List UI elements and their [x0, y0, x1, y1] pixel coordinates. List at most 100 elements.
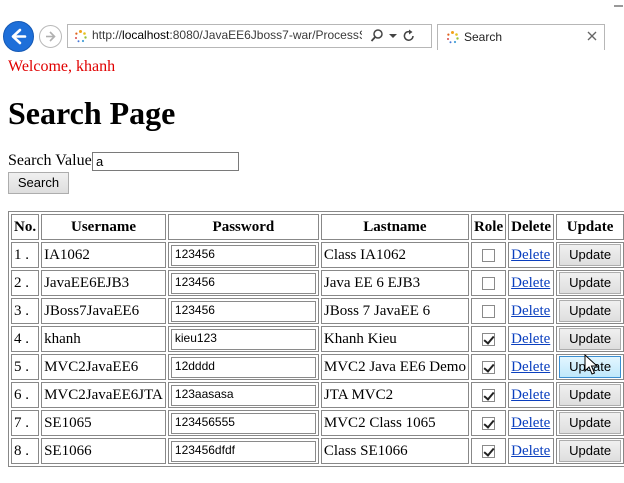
- username-cell: SE1066: [41, 438, 166, 464]
- dropdown-icon[interactable]: [386, 28, 400, 44]
- password-input[interactable]: 123456dfdf: [170, 440, 316, 462]
- delete-link[interactable]: Delete: [511, 275, 550, 291]
- header-password: Password: [167, 214, 319, 240]
- browser-tab[interactable]: Search: [437, 24, 605, 50]
- password-cell: kieu123: [167, 326, 319, 352]
- header-no: No.: [11, 214, 40, 240]
- delete-cell: Delete: [508, 270, 555, 296]
- password-input[interactable]: 123456: [170, 244, 316, 266]
- username-cell: SE1065: [41, 410, 166, 436]
- table-row: 1 . IA1062 123456 Class IA1062 Delete Update: [11, 242, 624, 268]
- role-cell: [470, 438, 507, 464]
- back-button[interactable]: [3, 21, 34, 52]
- forward-arrow-icon: [46, 31, 56, 42]
- search-icon[interactable]: [370, 28, 384, 44]
- role-checkbox[interactable]: [482, 332, 496, 346]
- table-row: 7 . SE1065 123456555 MVC2 Class 1065 Delete U…: [11, 410, 624, 436]
- password-cell: 123456dfdf: [167, 438, 319, 464]
- row-number: 7 .: [11, 410, 40, 436]
- update-button[interactable]: Update: [559, 412, 622, 434]
- role-checkbox[interactable]: [482, 360, 496, 374]
- update-cell: Update: [556, 242, 624, 268]
- row-number: 4 .: [11, 326, 40, 352]
- password-cell: 123456: [167, 242, 319, 268]
- delete-link[interactable]: Delete: [511, 303, 550, 319]
- url-path: :8080/JavaEE6Jboss7-war/ProcessServlet?b: [169, 28, 362, 42]
- delete-link[interactable]: Delete: [511, 247, 550, 263]
- delete-cell: Delete: [508, 354, 555, 380]
- role-checkbox[interactable]: [482, 388, 496, 402]
- password-input[interactable]: 12dddd: [170, 356, 316, 378]
- password-input[interactable]: 123456: [170, 300, 316, 322]
- welcome-message: Welcome, khanh: [8, 58, 116, 75]
- role-cell: [470, 270, 507, 296]
- header-role: Role: [470, 214, 507, 240]
- delete-cell: Delete: [508, 242, 555, 268]
- table-header-row: No. Username Password Lastname Role Dele…: [11, 214, 624, 240]
- role-checkbox[interactable]: [482, 248, 496, 262]
- update-button[interactable]: Update: [559, 384, 622, 406]
- mouse-cursor-icon: [584, 354, 598, 375]
- role-checkbox[interactable]: [482, 416, 496, 430]
- role-checkbox[interactable]: [482, 444, 496, 458]
- row-number: 2 .: [11, 270, 40, 296]
- row-number: 5 .: [11, 354, 40, 380]
- browser-chrome: http://localhost:8080/JavaEE6Jboss7-war/…: [0, 0, 624, 52]
- update-button[interactable]: Update: [559, 300, 622, 322]
- url-text[interactable]: http://localhost:8080/JavaEE6Jboss7-war/…: [92, 28, 362, 42]
- lastname-cell: JBoss 7 JavaEE 6: [320, 298, 469, 324]
- lastname-cell: JTA MVC2: [320, 382, 469, 408]
- delete-link[interactable]: Delete: [511, 387, 550, 403]
- header-lastname: Lastname: [320, 214, 469, 240]
- role-checkbox[interactable]: [482, 304, 496, 318]
- search-button[interactable]: Search: [8, 172, 69, 194]
- minimize-icon[interactable]: [613, 0, 624, 8]
- password-cell: 123456555: [167, 410, 319, 436]
- password-input[interactable]: 123456: [170, 272, 316, 294]
- role-cell: [470, 354, 507, 380]
- role-cell: [470, 242, 507, 268]
- update-cell: Update: [556, 438, 624, 464]
- username-cell: JBoss7JavaEE6: [41, 298, 166, 324]
- address-bar[interactable]: http://localhost:8080/JavaEE6Jboss7-war/…: [67, 24, 432, 48]
- username-cell: MVC2JavaEE6JTA: [41, 382, 166, 408]
- password-input[interactable]: kieu123: [170, 328, 316, 350]
- delete-link[interactable]: Delete: [511, 331, 550, 347]
- table-row: 4 . khanh kieu123 Khanh Kieu Delete Update: [11, 326, 624, 352]
- password-cell: 123aasasa: [167, 382, 319, 408]
- update-cell: Update: [556, 382, 624, 408]
- table-row: 5 . MVC2JavaEE6 12dddd MVC2 Java EE6 Demo De…: [11, 354, 624, 380]
- password-input[interactable]: 123aasasa: [170, 384, 316, 406]
- password-input[interactable]: 123456555: [170, 412, 316, 434]
- loading-favicon-icon: [75, 30, 87, 43]
- username-cell: IA1062: [41, 242, 166, 268]
- update-cell: Update: [556, 298, 624, 324]
- refresh-icon[interactable]: [402, 28, 416, 44]
- delete-cell: Delete: [508, 298, 555, 324]
- role-cell: [470, 298, 507, 324]
- header-delete: Delete: [508, 214, 555, 240]
- forward-button[interactable]: [39, 25, 62, 48]
- update-button[interactable]: Update: [559, 244, 622, 266]
- update-button[interactable]: Update: [559, 272, 622, 294]
- update-cell: Update: [556, 326, 624, 352]
- lastname-cell: Class IA1062: [320, 242, 469, 268]
- row-number: 1 .: [11, 242, 40, 268]
- row-number: 8 .: [11, 438, 40, 464]
- delete-link[interactable]: Delete: [511, 415, 550, 431]
- table-row: 6 . MVC2JavaEE6JTA 123aasasa JTA MVC2 Delete…: [11, 382, 624, 408]
- delete-link[interactable]: Delete: [511, 359, 550, 375]
- loading-favicon-icon: [447, 31, 459, 44]
- update-button[interactable]: Update: [559, 440, 622, 462]
- page-title: Search Page: [8, 95, 176, 131]
- delete-link[interactable]: Delete: [511, 443, 550, 459]
- password-cell: 123456: [167, 298, 319, 324]
- url-host: localhost: [122, 28, 170, 42]
- role-checkbox[interactable]: [482, 276, 496, 290]
- search-input[interactable]: a: [92, 152, 239, 171]
- delete-cell: Delete: [508, 326, 555, 352]
- password-cell: 12dddd: [167, 354, 319, 380]
- update-button[interactable]: Update: [559, 328, 622, 350]
- close-icon[interactable]: [586, 29, 598, 43]
- url-scheme: http://: [92, 28, 123, 42]
